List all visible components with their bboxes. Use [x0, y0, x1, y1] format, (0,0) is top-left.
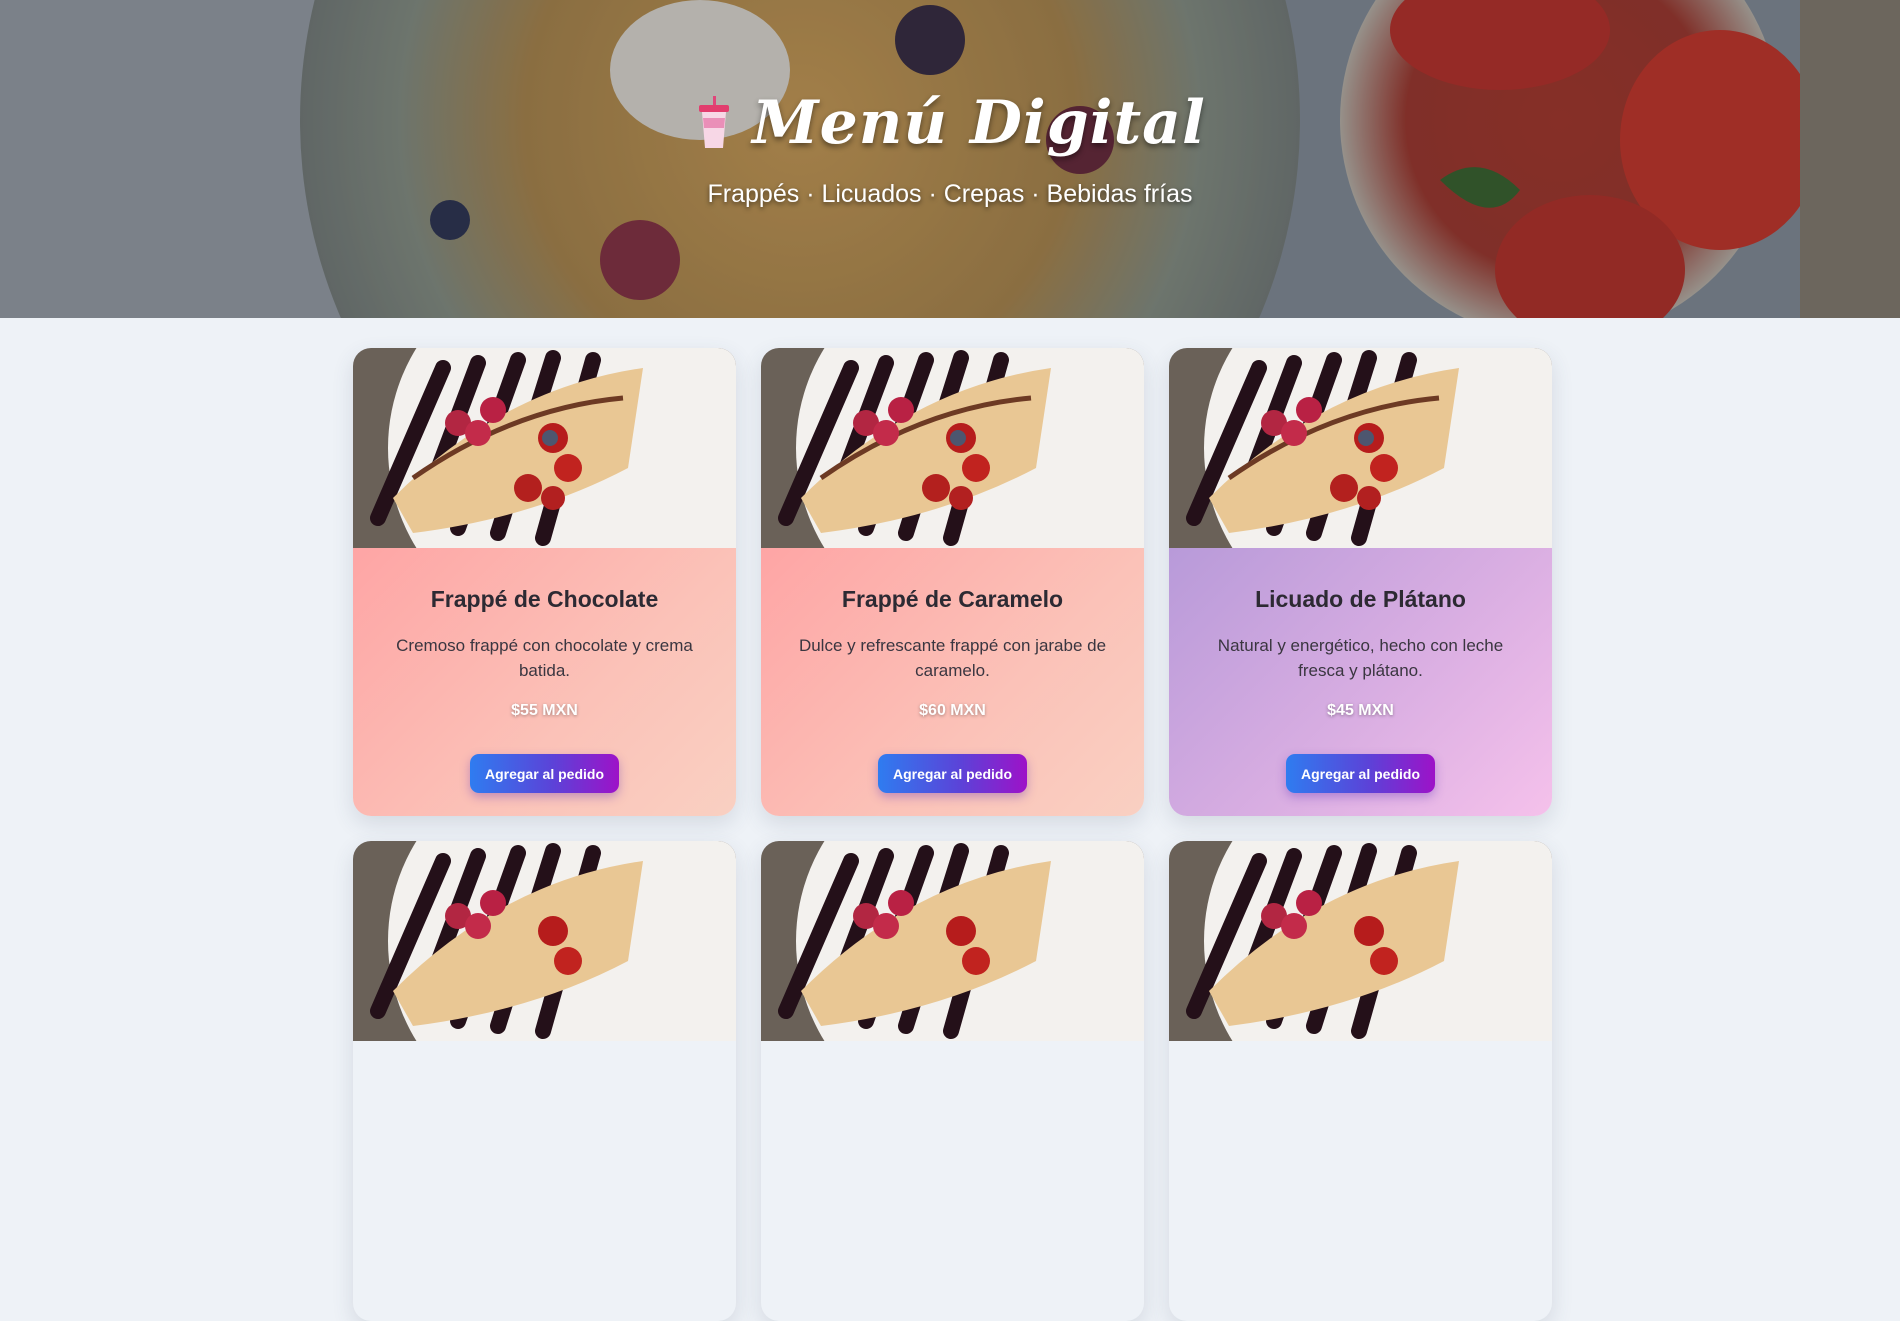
crepe-with-berries-image — [1169, 841, 1552, 1041]
product-card-body: Frappé de Caramelo Dulce y refrescante f… — [761, 548, 1144, 816]
crepe-with-berries-image — [761, 841, 1144, 1041]
product-card-body: Frappé de Chocolate Cremoso frappé con c… — [353, 548, 736, 816]
product-title: Frappé de Caramelo — [841, 586, 1064, 612]
product-card: Frappé de Caramelo Dulce y refrescante f… — [761, 348, 1144, 816]
product-card: Frappé de Chocolate Cremoso frappé con c… — [353, 348, 736, 816]
product-card — [761, 841, 1144, 1321]
hero-title-row: Menú Digital — [694, 88, 1206, 158]
product-price: $45 MXN — [1327, 702, 1394, 719]
hero-subtitle: Frappés · Licuados · Crepas · Bebidas fr… — [707, 180, 1193, 208]
crepe-with-berries-image — [353, 841, 736, 1041]
product-title: Frappé de Chocolate — [430, 586, 659, 612]
hero-content: Menú Digital Frappés · Licuados · Crepas… — [0, 88, 1900, 209]
product-card: Licuado de Plátano Natural y energético,… — [1169, 348, 1552, 816]
add-to-order-button[interactable]: Agregar al pedido — [1286, 754, 1435, 793]
crepe-with-berries-image — [353, 348, 736, 548]
product-description: Dulce y refrescante frappé con jarabe de… — [798, 636, 1107, 680]
product-price: $55 MXN — [511, 702, 578, 719]
product-description: Cremoso frappé con chocolate y crema bat… — [396, 636, 693, 680]
page-title: Menú Digital — [752, 88, 1206, 158]
product-card — [1169, 841, 1552, 1321]
hero-banner: Menú Digital Frappés · Licuados · Crepas… — [0, 0, 1900, 318]
add-to-order-button[interactable]: Agregar al pedido — [878, 754, 1027, 793]
drink-cup-icon — [699, 96, 730, 148]
product-title: Licuado de Plátano — [1255, 586, 1466, 612]
menu-grid: Frappé de Chocolate Cremoso frappé con c… — [353, 348, 1553, 1321]
product-description: Natural y energético, hecho con leche fr… — [1217, 636, 1504, 680]
product-card — [353, 841, 736, 1321]
crepe-with-berries-image — [761, 348, 1144, 548]
crepe-with-berries-image — [1169, 348, 1552, 548]
product-card-body: Licuado de Plátano Natural y energético,… — [1169, 548, 1552, 816]
add-to-order-button[interactable]: Agregar al pedido — [470, 754, 619, 793]
product-price: $60 MXN — [919, 702, 986, 719]
